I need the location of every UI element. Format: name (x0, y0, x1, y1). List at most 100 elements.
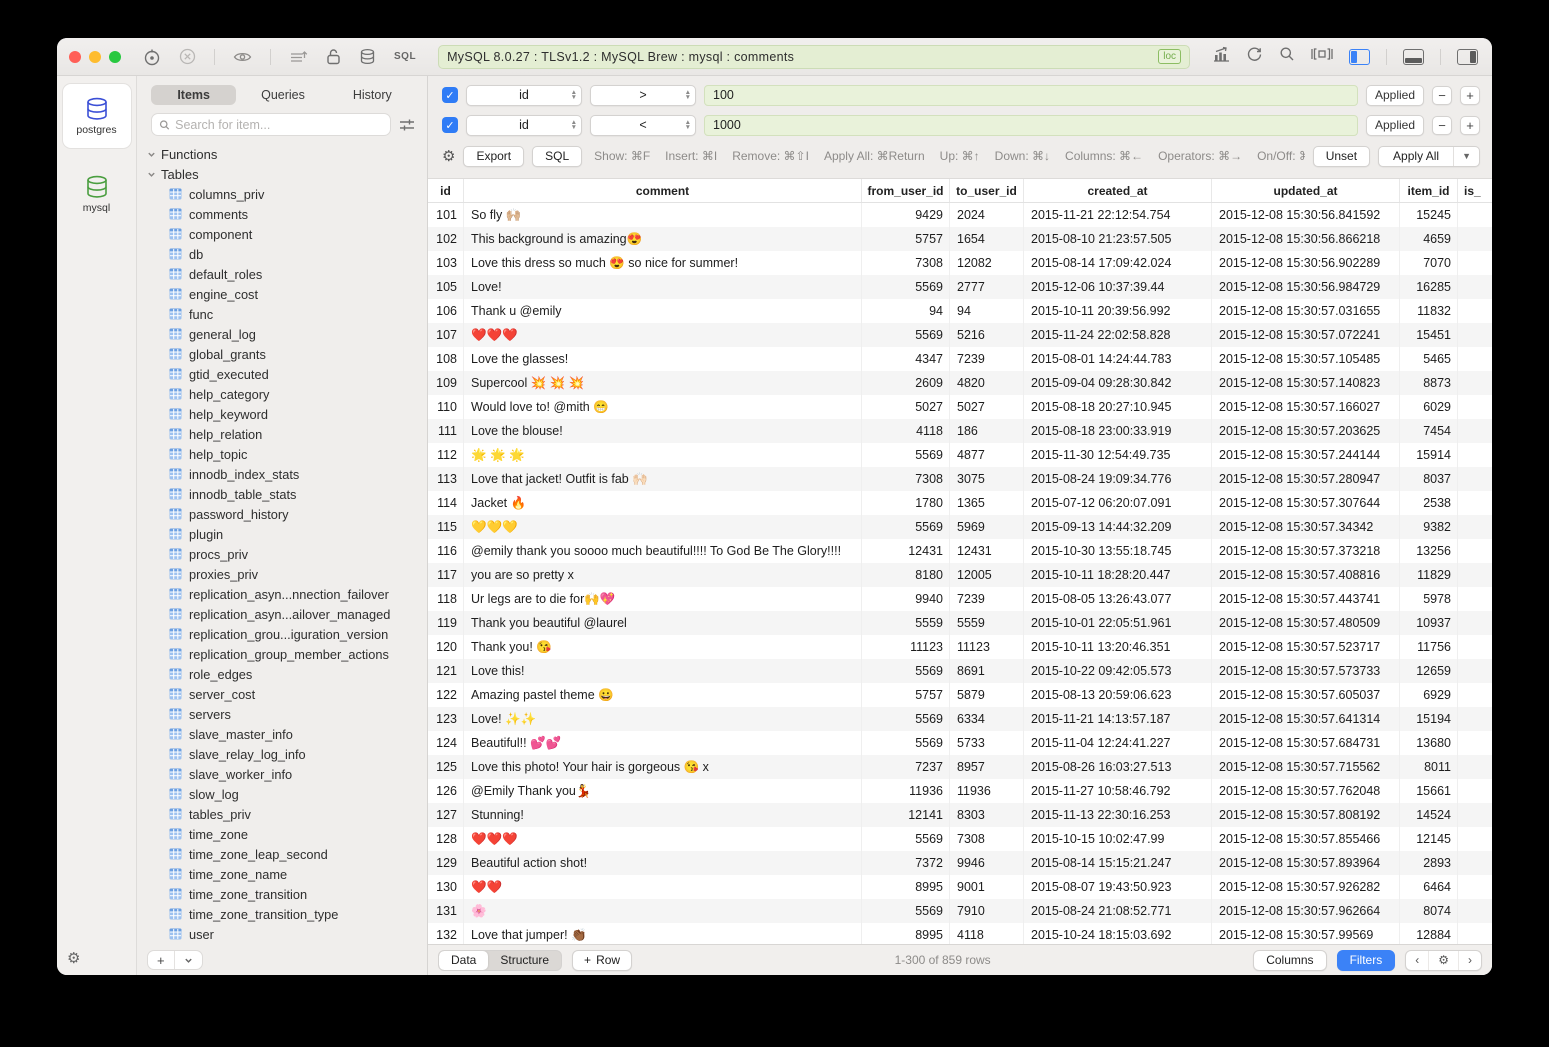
lock-icon[interactable] (326, 48, 341, 65)
sidebar-table-item[interactable]: slave_worker_info (143, 764, 427, 784)
remove-filter-button[interactable]: − (1432, 116, 1452, 135)
toggle-left-panel-icon[interactable] (1349, 49, 1370, 65)
table-row[interactable]: 116@emily thank you soooo much beautiful… (428, 539, 1492, 563)
sidebar-table-item[interactable]: db (143, 244, 427, 264)
sidebar-table-item[interactable]: server_cost (143, 684, 427, 704)
next-page-button[interactable]: › (1458, 951, 1481, 970)
add-row-button[interactable]: +Row (572, 950, 632, 971)
table-row[interactable]: 105Love!556927772015-12-06 10:37:39.4420… (428, 275, 1492, 299)
table-row[interactable]: 118Ur legs are to die for🙌💖994072392015-… (428, 587, 1492, 611)
sql-button[interactable]: SQL (532, 146, 582, 167)
connection-banner[interactable]: MySQL 8.0.27 : TLSv1.2 : MySQL Brew : my… (438, 45, 1190, 69)
filter-enabled-checkbox[interactable]: ✓ (442, 117, 458, 133)
column-header-is_[interactable]: is_ (1458, 179, 1492, 202)
minimize-window-button[interactable] (89, 51, 101, 63)
table-row[interactable]: 128❤️❤️❤️556973082015-10-15 10:02:47.992… (428, 827, 1492, 851)
table-row[interactable]: 112🌟 🌟 🌟556948772015-11-30 12:54:49.7352… (428, 443, 1492, 467)
table-row[interactable]: 121Love this!556986912015-10-22 09:42:05… (428, 659, 1492, 683)
filter-enabled-checkbox[interactable]: ✓ (442, 87, 458, 103)
sidebar-table-item[interactable]: gtid_executed (143, 364, 427, 384)
add-filter-button[interactable]: + (1460, 86, 1480, 105)
sidebar-table-item[interactable]: time_zone_transition (143, 884, 427, 904)
table-row[interactable]: 119Thank you beautiful @laurel5559555920… (428, 611, 1492, 635)
table-row[interactable]: 130❤️❤️899590012015-08-07 19:43:50.92320… (428, 875, 1492, 899)
sidebar-table-item[interactable]: time_zone_name (143, 864, 427, 884)
table-row[interactable]: 127Stunning!1214183032015-11-13 22:30:16… (428, 803, 1492, 827)
add-item-menu-button[interactable] (174, 951, 202, 969)
sidebar-table-item[interactable]: func (143, 304, 427, 324)
sidebar-table-item[interactable]: replication_asyn...nnection_failover (143, 584, 427, 604)
sidebar-table-item[interactable]: default_roles (143, 264, 427, 284)
applied-button[interactable]: Applied (1366, 115, 1424, 136)
database-icon[interactable] (359, 48, 376, 65)
table-row[interactable]: 109Supercool 💥 💥 💥260948202015-09-04 09:… (428, 371, 1492, 395)
zoom-window-button[interactable] (109, 51, 121, 63)
column-header-updated_at[interactable]: updated_at (1212, 179, 1400, 202)
table-row[interactable]: 120Thank you! 😘11123111232015-10-11 13:2… (428, 635, 1492, 659)
export-button[interactable]: Export (463, 146, 524, 167)
sidebar-table-item[interactable]: innodb_table_stats (143, 484, 427, 504)
connection-mysql[interactable]: mysql (63, 162, 131, 226)
sidebar-table-item[interactable]: time_zone_transition_type (143, 904, 427, 924)
sidebar-table-item[interactable]: replication_asyn...ailover_managed (143, 604, 427, 624)
column-header-from_user_id[interactable]: from_user_id (862, 179, 950, 202)
table-row[interactable]: 129Beautiful action shot!737299462015-08… (428, 851, 1492, 875)
sidebar-table-item[interactable]: general_log (143, 324, 427, 344)
filter-operator-select[interactable]: >▲▼ (590, 85, 696, 106)
column-header-created_at[interactable]: created_at (1024, 179, 1212, 202)
tree-section-tables[interactable]: Tables (143, 164, 427, 184)
table-row[interactable]: 110Would love to! @mith 😁502750272015-08… (428, 395, 1492, 419)
filter-settings-gear-icon[interactable]: ⚙ (442, 147, 455, 165)
sidebar-table-item[interactable]: procs_priv (143, 544, 427, 564)
table-row[interactable]: 125Love this photo! Your hair is gorgeou… (428, 755, 1492, 779)
sidebar-table-item[interactable]: global_grants (143, 344, 427, 364)
table-row[interactable]: 102This background is amazing😍5757165420… (428, 227, 1492, 251)
tab-data[interactable]: Data (439, 951, 488, 970)
sql-editor-icon[interactable]: SQL (394, 51, 416, 62)
refresh-icon[interactable] (1246, 46, 1263, 68)
table-row[interactable]: 108Love the glasses!434772392015-08-01 1… (428, 347, 1492, 371)
table-row[interactable]: 126@Emily Thank you💃11936119362015-11-27… (428, 779, 1492, 803)
sidebar-table-item[interactable]: tables_priv (143, 804, 427, 824)
sidebar-table-item[interactable]: slave_relay_log_info (143, 744, 427, 764)
sidebar-table-item[interactable]: help_category (143, 384, 427, 404)
tab-items[interactable]: Items (151, 85, 236, 105)
connection-status-icon[interactable] (143, 48, 161, 66)
sidebar-table-item[interactable]: component (143, 224, 427, 244)
sidebar-table-item[interactable]: replication_group_member_actions (143, 644, 427, 664)
sidebar-table-item[interactable]: slave_master_info (143, 724, 427, 744)
sidebar-table-item[interactable]: engine_cost (143, 284, 427, 304)
table-row[interactable]: 107❤️❤️❤️556952162015-11-24 22:02:58.828… (428, 323, 1492, 347)
settings-gear-icon[interactable]: ⚙ (67, 949, 80, 967)
columns-button[interactable]: Columns (1253, 950, 1326, 971)
connection-postgres[interactable]: postgres (63, 84, 131, 148)
sidebar-table-item[interactable]: columns_priv (143, 184, 427, 204)
stop-icon[interactable] (179, 48, 196, 65)
preview-eye-icon[interactable] (233, 50, 252, 64)
sidebar-table-item[interactable]: password_history (143, 504, 427, 524)
sidebar-table-item[interactable]: time_zone (143, 824, 427, 844)
tab-queries[interactable]: Queries (240, 85, 325, 105)
sidebar-table-item[interactable]: plugin (143, 524, 427, 544)
table-row[interactable]: 122Amazing pastel theme 😀575758792015-08… (428, 683, 1492, 707)
table-row[interactable]: 117you are so pretty x8180120052015-10-1… (428, 563, 1492, 587)
search-icon[interactable] (1279, 46, 1295, 67)
filter-value-input[interactable] (704, 85, 1358, 106)
sidebar-table-item[interactable]: servers (143, 704, 427, 724)
applied-button[interactable]: Applied (1366, 85, 1424, 106)
table-row[interactable]: 101So fly 🙌🏼942920242015-11-21 22:12:54.… (428, 203, 1492, 227)
table-row[interactable]: 106Thank u @emily94942015-10-11 20:39:56… (428, 299, 1492, 323)
apply-all-button[interactable]: Apply All ▼ (1378, 146, 1480, 167)
filter-column-select[interactable]: id▲▼ (466, 85, 582, 106)
column-header-comment[interactable]: comment (464, 179, 862, 202)
commit-list-icon[interactable] (289, 49, 308, 64)
search-input[interactable] (175, 118, 383, 132)
tab-history[interactable]: History (330, 85, 415, 105)
sidebar-table-item[interactable]: user (143, 924, 427, 944)
table-row[interactable]: 115💛💛💛556959692015-09-13 14:44:32.209201… (428, 515, 1492, 539)
sidebar-table-item[interactable]: help_topic (143, 444, 427, 464)
table-row[interactable]: 111Love the blouse!41181862015-08-18 23:… (428, 419, 1492, 443)
filter-operator-select[interactable]: <▲▼ (590, 115, 696, 136)
focus-mode-icon[interactable] (1311, 47, 1333, 66)
tree-section-functions[interactable]: Functions (143, 144, 427, 164)
